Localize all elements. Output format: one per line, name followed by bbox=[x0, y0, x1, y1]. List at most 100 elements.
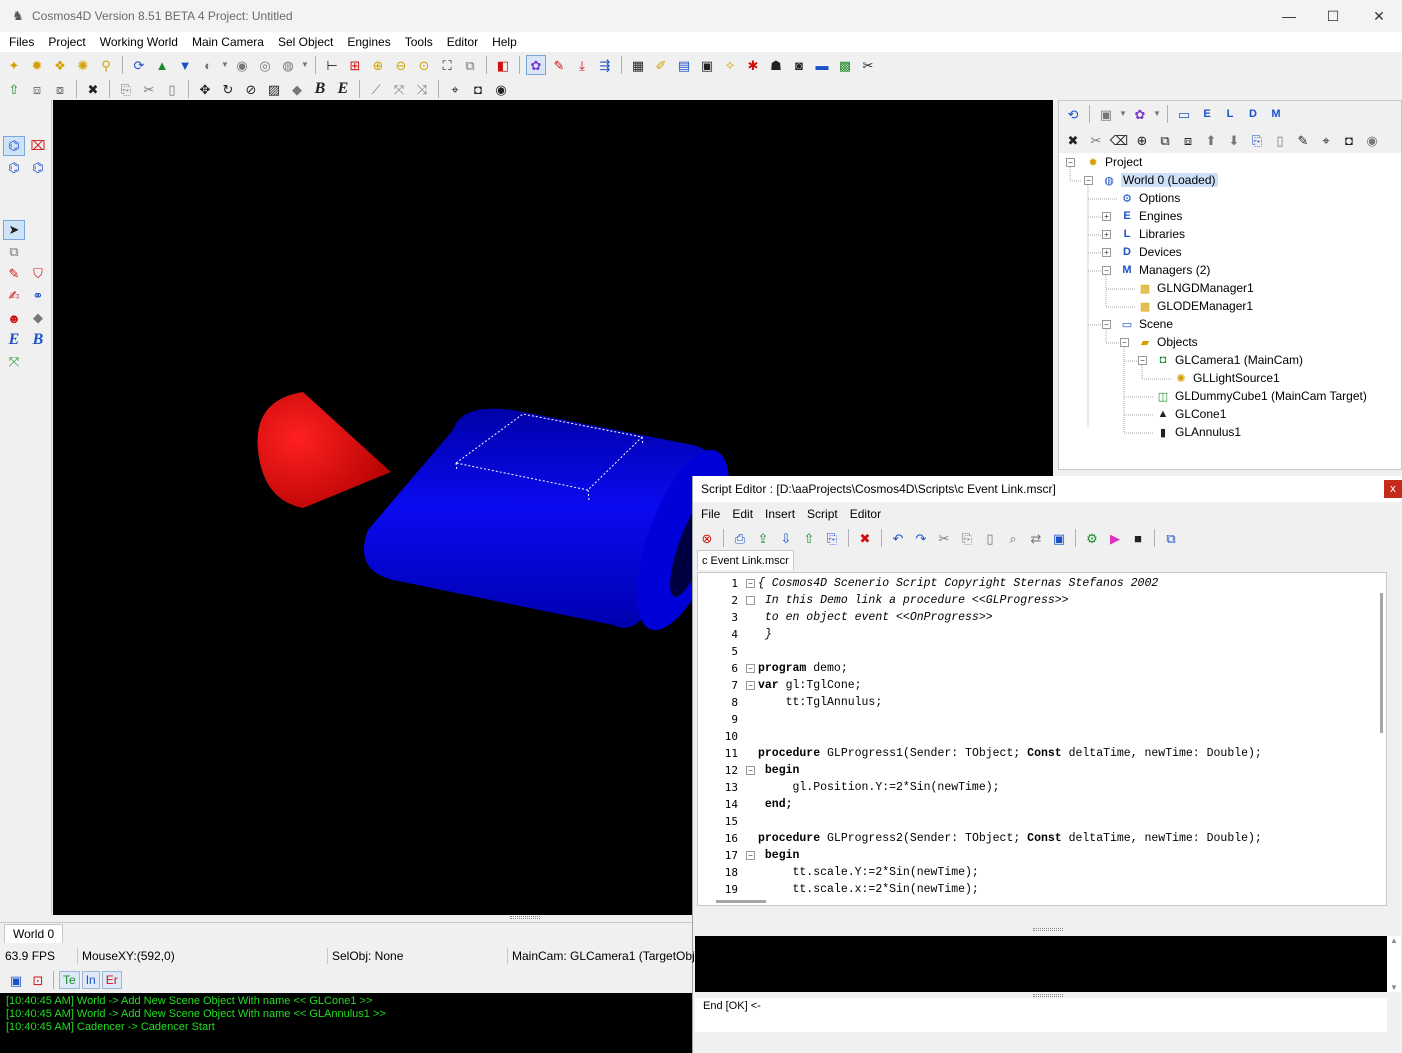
visibility-icon[interactable]: ◉ bbox=[1362, 130, 1382, 150]
world-dropdown-icon[interactable]: ◐ bbox=[198, 55, 218, 75]
compile-icon[interactable]: ▣ bbox=[1049, 528, 1069, 548]
menu-files[interactable]: Files bbox=[2, 35, 41, 49]
screenshot-camera-icon[interactable]: ◙ bbox=[789, 55, 809, 75]
e-tool-icon[interactable]: E bbox=[3, 330, 25, 350]
cut-icon[interactable]: ✂ bbox=[934, 528, 954, 548]
pivot-icon[interactable]: ⤧ bbox=[389, 79, 409, 99]
se-menu-editor[interactable]: Editor bbox=[844, 507, 887, 521]
zoom-extents-icon[interactable]: ⛶ bbox=[437, 55, 457, 75]
axis-icon[interactable]: ⟋ bbox=[366, 79, 386, 99]
tree-expander[interactable]: − bbox=[1102, 266, 1111, 275]
document-icon[interactable]: ▤ bbox=[674, 55, 694, 75]
refresh-icon[interactable]: ⟲ bbox=[1063, 104, 1083, 124]
tree-node-objects[interactable]: ▰ Objects bbox=[1137, 333, 1198, 351]
chevron-down-icon[interactable]: ▼ bbox=[1119, 104, 1127, 124]
script-settings-icon[interactable]: ⧉ bbox=[1161, 528, 1181, 548]
move-down-icon[interactable]: ⬇ bbox=[1224, 130, 1244, 150]
plugin-add-icon[interactable]: ✿ bbox=[1130, 104, 1150, 124]
hierarchy-icon[interactable]: ⧉ bbox=[1155, 130, 1175, 150]
fold-toggle[interactable]: − bbox=[746, 579, 755, 588]
libraries-filter-icon[interactable]: L bbox=[1220, 104, 1240, 124]
delete-node-icon[interactable]: ✖ bbox=[1063, 130, 1083, 150]
run-play-icon[interactable]: ▶ bbox=[1105, 528, 1125, 548]
tree-node-managers[interactable]: M Managers (2) bbox=[1119, 261, 1210, 279]
fit-all-icon[interactable]: ⊞ bbox=[345, 55, 365, 75]
paste-node-icon[interactable]: ▯ bbox=[1270, 130, 1290, 150]
tree-node-options[interactable]: ⚙ Options bbox=[1119, 189, 1180, 207]
camera-add-icon[interactable]: ⌬ bbox=[3, 158, 25, 178]
target-icon[interactable]: ⌖ bbox=[445, 79, 465, 99]
menu-project[interactable]: Project bbox=[41, 35, 92, 49]
fold-toggle[interactable] bbox=[746, 596, 755, 605]
zoom-in-icon[interactable]: ⊕ bbox=[368, 55, 388, 75]
actor-tool-icon[interactable]: ☻ bbox=[3, 308, 25, 328]
object-props-icon[interactable]: ⧈ bbox=[27, 79, 47, 99]
devices-filter-icon[interactable]: D bbox=[1243, 104, 1263, 124]
layers-icon[interactable]: ◧ bbox=[493, 55, 513, 75]
gizmo-tool-icon[interactable]: ⤧ bbox=[3, 352, 25, 372]
tree-expander[interactable]: + bbox=[1102, 212, 1111, 221]
new-item-icon[interactable]: ▣ bbox=[1096, 104, 1116, 124]
grid-icon[interactable]: ▦ bbox=[628, 55, 648, 75]
menu-working-world[interactable]: Working World bbox=[93, 35, 185, 49]
nodes-tool-icon[interactable]: ⚭ bbox=[27, 286, 49, 306]
pointer-icon[interactable]: ➤ bbox=[3, 220, 25, 240]
clear-log-icon[interactable]: ⊡ bbox=[28, 970, 48, 990]
bug-icon[interactable]: ✱ bbox=[743, 55, 763, 75]
tree-node-gllightsource1[interactable]: ✺ GLLightSource1 bbox=[1173, 369, 1279, 387]
copy-icon[interactable]: ⎘ bbox=[116, 79, 136, 99]
debug-icon[interactable]: ⚙ bbox=[1082, 528, 1102, 548]
bold-b-icon[interactable]: B bbox=[310, 79, 330, 99]
move-icon[interactable]: ✥ bbox=[195, 79, 215, 99]
tree-node-glcamera1[interactable]: ◘ GLCamera1 (MainCam) bbox=[1155, 351, 1303, 369]
log-filter-text-button[interactable]: Te bbox=[59, 971, 80, 989]
fold-toggle[interactable]: − bbox=[746, 664, 755, 673]
tree-node-glodemanager1[interactable]: ▩ GLODEManager1 bbox=[1137, 297, 1253, 315]
paint-icon[interactable]: ✐ bbox=[651, 55, 671, 75]
open-script-icon[interactable]: ⇪ bbox=[753, 528, 773, 548]
menu-editor[interactable]: Editor bbox=[440, 35, 485, 49]
material-icon[interactable]: ▨ bbox=[264, 79, 284, 99]
log-filter-error-button[interactable]: Er bbox=[101, 971, 122, 989]
add-object-icon[interactable]: ⇧ bbox=[4, 79, 24, 99]
tab-world-0[interactable]: World 0 bbox=[4, 924, 64, 943]
menu-main-camera[interactable]: Main Camera bbox=[185, 35, 271, 49]
cut-icon[interactable]: ✂ bbox=[139, 79, 159, 99]
save-log-icon[interactable]: ▣ bbox=[6, 970, 26, 990]
tree-node-gldummycube1[interactable]: ◫ GLDummyCube1 (MainCam Target) bbox=[1155, 387, 1367, 405]
se-menu-script[interactable]: Script bbox=[801, 507, 844, 521]
script-tab[interactable]: c Event Link.mscr bbox=[697, 550, 794, 570]
script-editor-close-button[interactable]: x bbox=[1384, 480, 1402, 498]
stop-error-icon[interactable]: ⊗ bbox=[697, 528, 717, 548]
fit-horizontal-icon[interactable]: ⊢ bbox=[322, 55, 342, 75]
tree-expander[interactable]: − bbox=[1120, 338, 1129, 347]
import-icon[interactable]: ⤓ bbox=[572, 55, 592, 75]
brush-tool-icon[interactable]: ✎ bbox=[3, 264, 25, 284]
tree-expander[interactable]: − bbox=[1084, 176, 1093, 185]
trash-icon[interactable]: ⌫ bbox=[1109, 130, 1129, 150]
tree-node-devices[interactable]: D Devices bbox=[1119, 243, 1182, 261]
add-child-icon[interactable]: ⊕ bbox=[1132, 130, 1152, 150]
splitter-grip[interactable] bbox=[1033, 928, 1063, 931]
se-menu-edit[interactable]: Edit bbox=[726, 507, 759, 521]
save-script-icon[interactable]: ⇩ bbox=[776, 528, 796, 548]
chip-icon[interactable]: ▩ bbox=[835, 55, 855, 75]
tree-expander[interactable]: − bbox=[1102, 320, 1111, 329]
camera-link-icon[interactable]: ⌬ bbox=[27, 158, 49, 178]
scroll-down-icon[interactable]: ▼ bbox=[1387, 983, 1401, 992]
tree-node-glcone1[interactable]: ▲ GLCone1 bbox=[1155, 405, 1227, 423]
code-horizontal-scrollbar[interactable] bbox=[698, 897, 1386, 905]
menu-help[interactable]: Help bbox=[485, 35, 524, 49]
tree-expander[interactable]: + bbox=[1102, 248, 1111, 257]
world-settings-icon[interactable]: ◍ bbox=[278, 55, 298, 75]
rotate-icon[interactable]: ↻ bbox=[218, 79, 238, 99]
camera-select-icon[interactable]: ⌬ bbox=[3, 136, 25, 156]
save-as-icon[interactable]: ⇧ bbox=[799, 528, 819, 548]
script-icon[interactable]: ✎ bbox=[549, 55, 569, 75]
console-scrollbar[interactable]: ▲ ▼ bbox=[1387, 936, 1401, 992]
code-editor[interactable]: 1234567891011121314151617181920 −{ Cosmo… bbox=[697, 572, 1387, 906]
find-icon[interactable]: ⌕ bbox=[1003, 528, 1023, 548]
tree-expander[interactable]: − bbox=[1138, 356, 1147, 365]
zoom-out-icon[interactable]: ⊖ bbox=[391, 55, 411, 75]
chevron-down-icon[interactable]: ▼ bbox=[301, 55, 309, 75]
